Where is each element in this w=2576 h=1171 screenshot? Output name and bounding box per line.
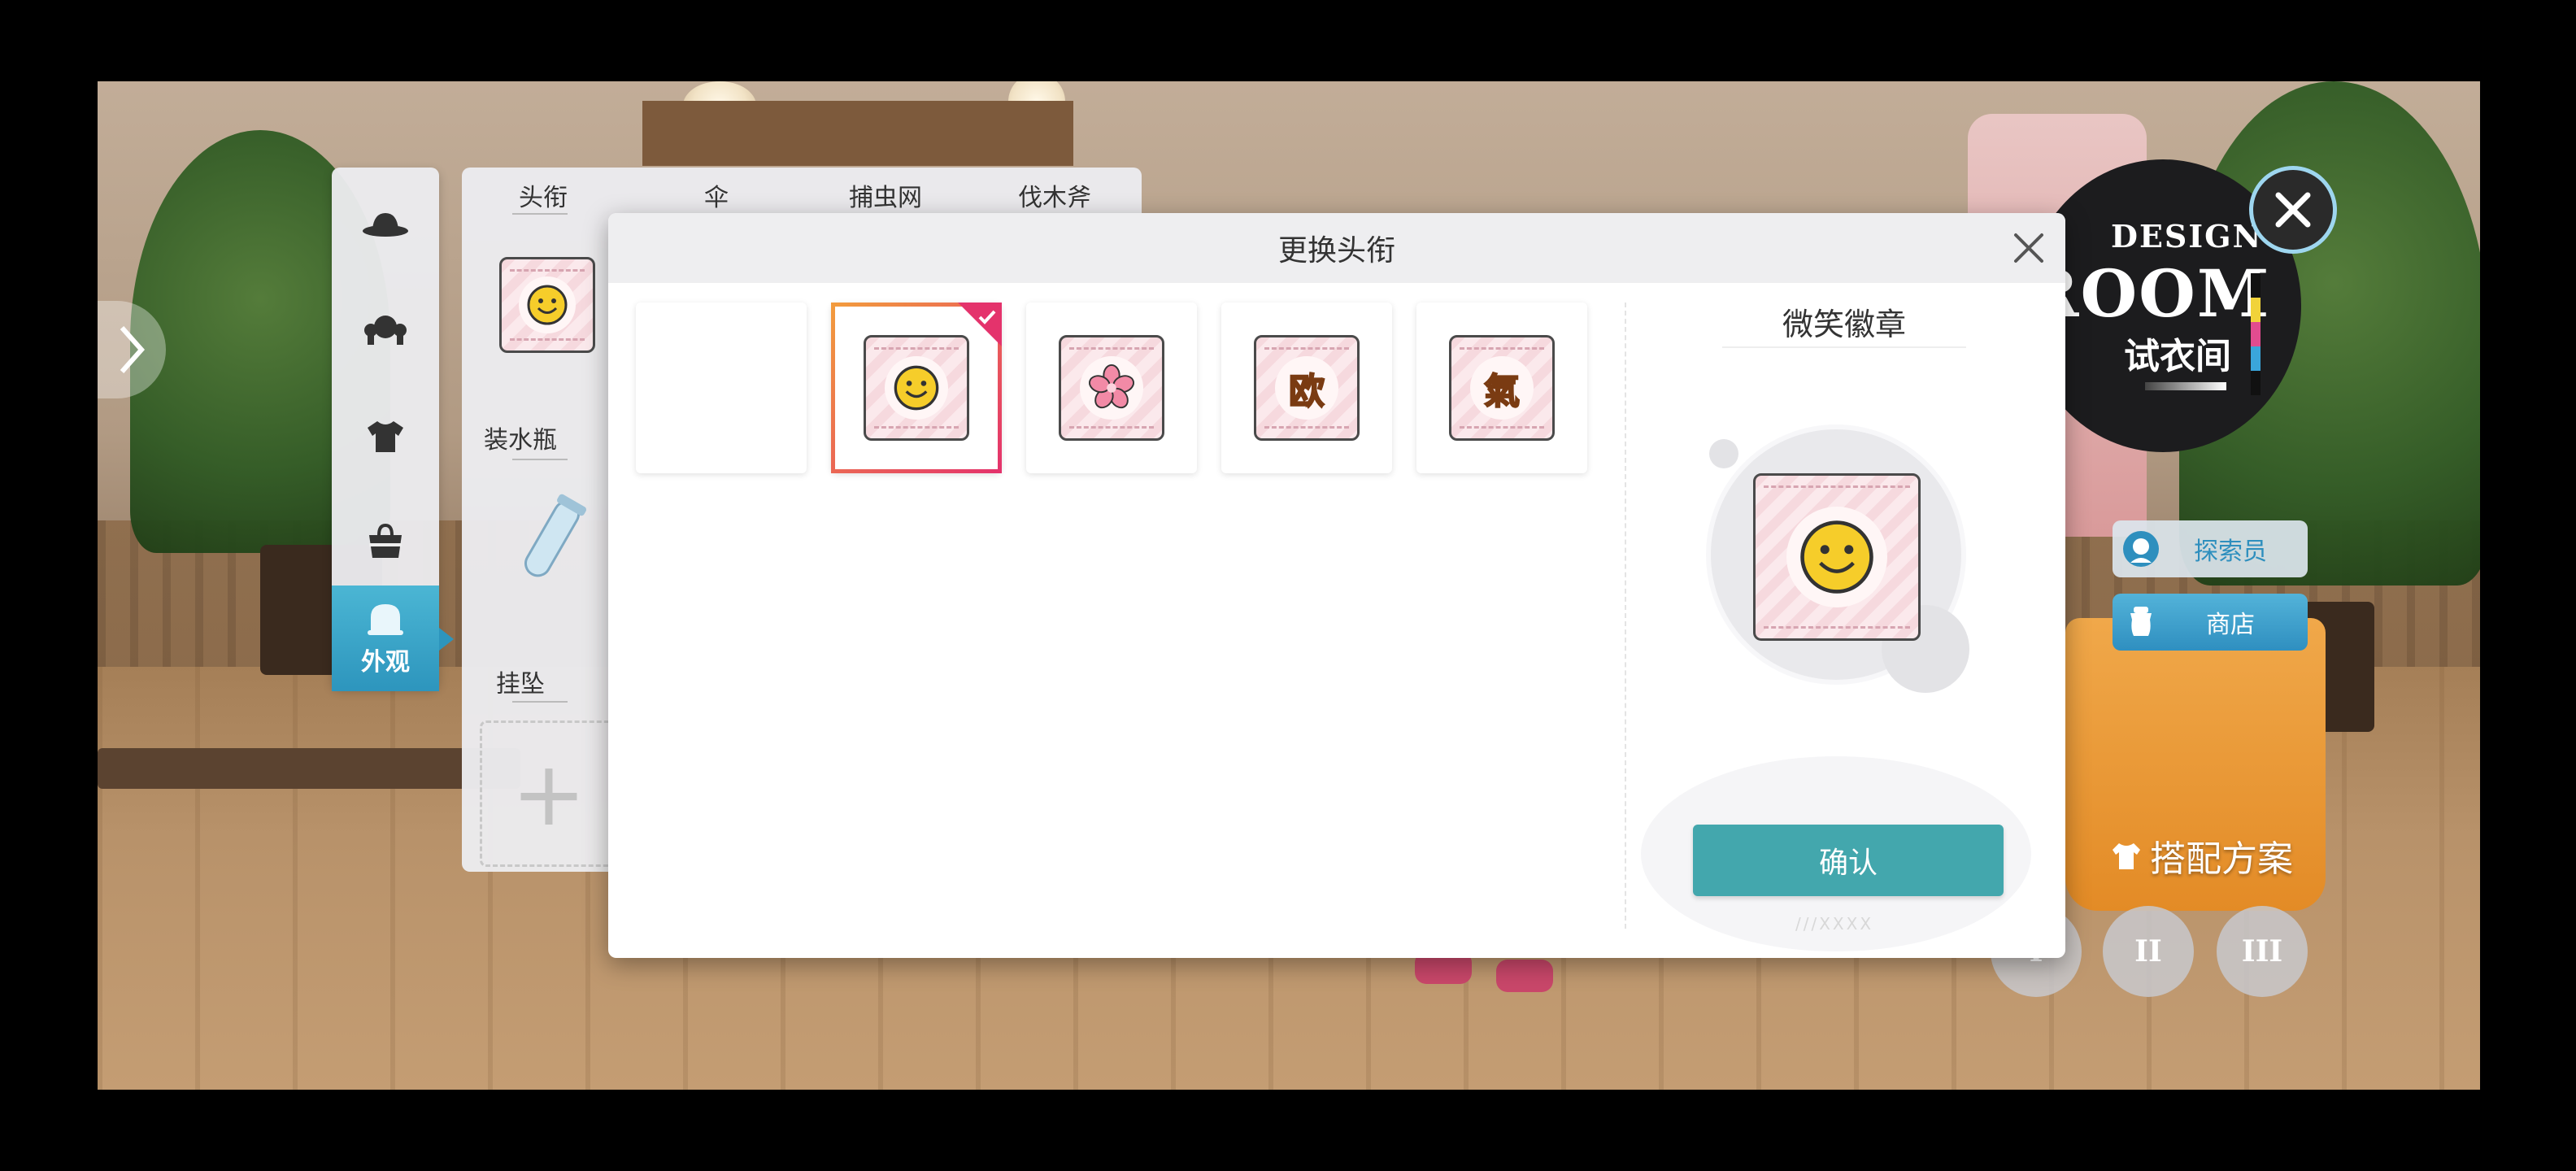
equipped-title-slot[interactable] [499,257,595,353]
outfit-plan-button[interactable]: 搭配方案 [2109,829,2293,882]
slot-label-pendant: 挂坠 [496,670,545,699]
tab-title[interactable]: 头衔 [519,177,568,213]
badge-tile [1059,335,1164,441]
explorer-avatar-icon [2123,531,2159,567]
decorative-text: ///XXXX [1795,914,1874,934]
hat-icon [363,213,408,237]
title-option-smile[interactable] [831,303,1002,473]
selected-title-name: 微笑徽章 [1782,307,1906,342]
wooden-bench [98,748,520,789]
selected-title-preview [1753,473,1921,641]
bag-icon [369,523,402,558]
change-title-dialog: 更换头衔 欧 氣 微笑徽章 确认 ///XXXX [608,213,2065,958]
sidebar-item-clothes[interactable] [332,387,439,485]
dialog-close-button[interactable] [2007,226,2051,270]
sidebar-item-hair[interactable] [332,281,439,379]
pendant-add-slot[interactable]: + [480,720,618,867]
shirt-icon [368,421,403,452]
badge-tile: 氣 [1449,335,1555,441]
close-icon [2014,233,2043,263]
sakura-flower-icon [1089,364,1134,409]
character-shoe [1496,960,1553,992]
category-sidebar: 外观 [332,168,454,691]
slot-underline [512,459,568,467]
title-option-empty[interactable] [636,303,807,473]
shop-button[interactable]: 商店 [2113,594,2308,651]
sidebar-item-hat[interactable] [332,176,439,273]
shop-icon [2130,607,2152,636]
slot-underline [512,213,568,221]
plus-icon: + [511,742,587,846]
title-option-ou[interactable]: 欧 [1221,303,1392,473]
close-dressing-room-button[interactable] [2249,166,2337,254]
water-bottle-slot[interactable] [506,493,595,594]
explorer-button[interactable]: 探索员 [2113,520,2308,577]
smile-face-icon [527,285,568,325]
shop-label: 商店 [2206,611,2255,639]
tab-axe[interactable]: 伐木斧 [1018,177,1091,213]
sidebar-item-appearance[interactable]: 外观 [332,586,454,691]
outfit-plan-label: 搭配方案 [2150,838,2293,880]
appearance-icon [368,604,403,635]
hair-icon [364,316,407,345]
smile-face-icon [1800,520,1873,594]
title-name-underline [1722,346,1966,348]
slot-label-water-bottle: 装水瓶 [484,426,557,455]
sidebar-item-bag[interactable] [332,493,439,590]
pose-button-2[interactable]: II [2103,906,2194,997]
tab-umbrella[interactable]: 伞 [704,177,729,213]
dialog-divider [1625,303,1626,929]
outfit-icon [2113,843,2140,869]
dialog-title: 更换头衔 [1277,234,1395,268]
badge-tile [864,335,969,441]
slot-underline [512,701,568,709]
confirm-button[interactable]: 确认 [1693,825,2004,896]
title-option-qi[interactable]: 氣 [1416,303,1587,473]
badge-tile: 欧 [1254,335,1360,441]
chevron-right-icon [120,326,146,373]
qi-character-badge: 氣 [1483,370,1521,413]
title-option-sakura[interactable] [1026,303,1197,473]
smile-face-icon [894,365,939,411]
decorative-dot [1709,439,1738,468]
pose-button-3[interactable]: III [2217,906,2308,997]
close-icon [2275,192,2311,228]
test-tube-icon [524,494,586,577]
explorer-label: 探索员 [2194,538,2267,566]
sidebar-item-label: 外观 [361,648,410,677]
tab-bug-net[interactable]: 捕虫网 [849,177,922,213]
wood-shelf [642,101,1073,166]
selected-checkmark-icon [958,303,1002,346]
dialog-header: 更换头衔 [608,213,2065,283]
ou-character-badge: 欧 [1288,370,1325,413]
